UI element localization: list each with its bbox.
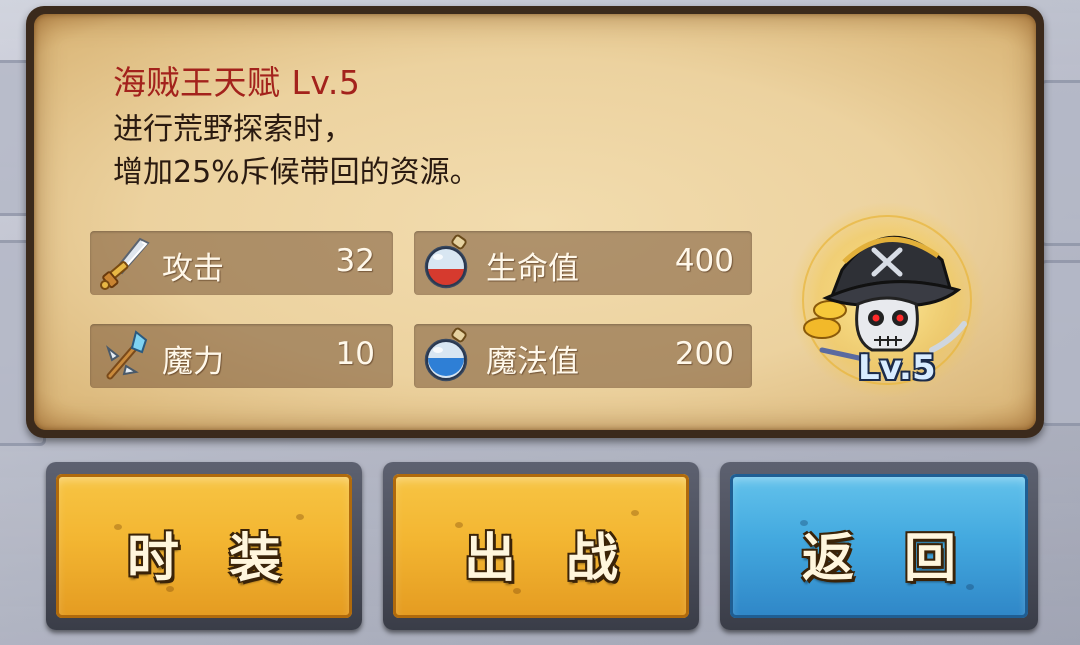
stat-hp: 生命值 400 — [414, 231, 752, 295]
stat-label: 生命值 — [486, 251, 579, 287]
costume-button-face[interactable]: 时 装 — [56, 474, 352, 618]
talent-title: 海贼王天赋 Lv.5 — [113, 63, 361, 102]
back-button[interactable]: 返 回 — [720, 462, 1038, 630]
stat-mp: 魔法值 200 — [414, 324, 752, 388]
costume-button-label[interactable]: 时 装 — [56, 516, 352, 591]
stat-value: 32 — [335, 243, 375, 279]
battle-button-face[interactable]: 出 战 — [393, 474, 689, 618]
talent-description: 进行荒野探索时， 增加25%斥候带回的资源。 — [113, 108, 480, 194]
hero-level-text: Lv.5 — [858, 348, 936, 388]
stat-label: 魔法值 — [486, 344, 579, 380]
back-button-face[interactable]: 返 回 — [730, 474, 1028, 618]
back-button-label[interactable]: 返 回 — [730, 516, 1028, 591]
sword-icon — [96, 233, 154, 293]
costume-button[interactable]: 时 装 — [46, 462, 362, 630]
description-line-1: 进行荒野探索时， — [113, 112, 353, 147]
description-line-2: 增加25%斥候带回的资源。 — [113, 155, 480, 190]
battle-button[interactable]: 出 战 — [383, 462, 699, 630]
battle-button-label[interactable]: 出 战 — [393, 516, 689, 591]
stat-magic-power: 魔力 10 — [90, 324, 393, 388]
stat-value: 200 — [674, 336, 734, 372]
stat-attack: 攻击 32 — [90, 231, 393, 295]
red-potion-icon — [420, 233, 478, 293]
background-stone — [1040, 260, 1080, 426]
stat-label: 攻击 — [162, 251, 224, 287]
blue-potion-icon — [420, 326, 478, 386]
stat-value: 10 — [335, 336, 375, 372]
stat-value: 400 — [674, 243, 734, 279]
background-stone — [1040, 80, 1080, 246]
stat-label: 魔力 — [162, 344, 224, 380]
magic-staff-icon — [96, 326, 154, 386]
